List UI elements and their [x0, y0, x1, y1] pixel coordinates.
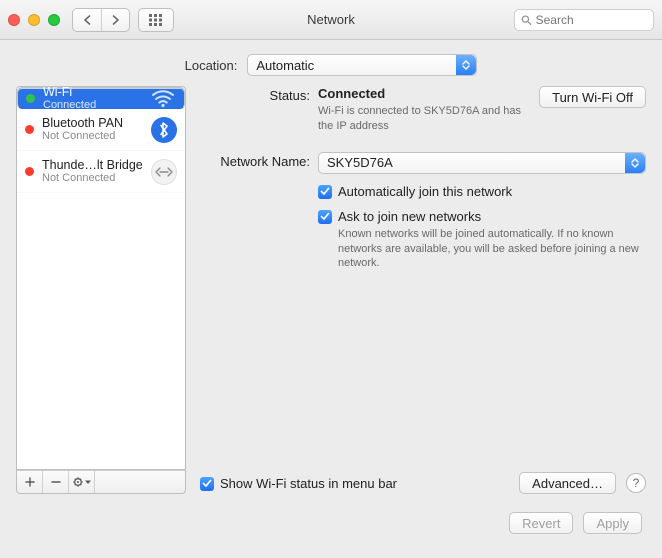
- ask-join-label: Ask to join new networks: [338, 209, 646, 224]
- gear-dropdown-icon: [72, 476, 92, 488]
- remove-interface-button[interactable]: [43, 471, 69, 493]
- location-row: Location: Automatic: [0, 40, 662, 86]
- advanced-button[interactable]: Advanced…: [519, 472, 616, 494]
- location-select[interactable]: Automatic: [247, 54, 477, 76]
- wifi-icon: [150, 86, 176, 111]
- details-panel: Status: Connected Wi-Fi is connected to …: [200, 86, 646, 494]
- status-dot-disconnected-icon: [25, 167, 34, 176]
- nav-back-forward: [72, 8, 130, 32]
- titlebar: Network: [0, 0, 662, 40]
- ask-join-checkbox[interactable]: Ask to join new networks Known networks …: [318, 209, 646, 272]
- sidebar-item-status: Not Connected: [42, 130, 143, 143]
- chevron-up-down-icon: [625, 153, 645, 173]
- status-label: Status:: [200, 86, 318, 134]
- zoom-window-button[interactable]: [48, 14, 60, 26]
- location-label: Location:: [185, 58, 238, 73]
- location-value: Automatic: [248, 58, 342, 73]
- plus-icon: [25, 477, 35, 487]
- revert-button[interactable]: Revert: [509, 512, 573, 534]
- sidebar-item-bluetooth-pan[interactable]: Bluetooth PAN Not Connected: [17, 109, 185, 151]
- auto-join-checkbox[interactable]: Automatically join this network: [318, 184, 646, 199]
- sidebar-item-label: Wi-Fi: [43, 86, 142, 99]
- network-name-select[interactable]: SKY5D76A: [318, 152, 646, 174]
- show-all-button[interactable]: [139, 9, 173, 31]
- close-window-button[interactable]: [8, 14, 20, 26]
- help-icon: ?: [633, 476, 640, 490]
- help-button[interactable]: ?: [626, 473, 646, 493]
- status-description: Wi-Fi is connected to SKY5D76A and has t…: [318, 104, 527, 134]
- turn-wifi-off-button[interactable]: Turn Wi-Fi Off: [539, 86, 646, 108]
- search-field[interactable]: [514, 9, 654, 31]
- checkbox-checked-icon: [318, 185, 332, 199]
- minimize-window-button[interactable]: [28, 14, 40, 26]
- status-value: Connected: [318, 86, 527, 101]
- sidebar-item-label: Bluetooth PAN: [42, 116, 143, 130]
- forward-button[interactable]: [101, 9, 129, 31]
- sidebar-item-label: Thunde…lt Bridge: [42, 158, 143, 172]
- chevron-up-down-icon: [456, 55, 476, 75]
- thunderbolt-bridge-icon: [151, 159, 177, 185]
- grid-icon: [149, 14, 163, 26]
- sidebar-item-status: Not Connected: [42, 172, 143, 185]
- window-controls: [8, 14, 60, 26]
- checkbox-checked-icon: [318, 210, 332, 224]
- interfaces-sidebar: Wi-Fi Connected Bluetooth PAN Not Connec…: [16, 86, 186, 494]
- interface-actions-button[interactable]: [69, 471, 95, 493]
- checkbox-checked-icon: [200, 477, 214, 491]
- apply-button[interactable]: Apply: [583, 512, 642, 534]
- add-interface-button[interactable]: [17, 471, 43, 493]
- back-button[interactable]: [73, 9, 101, 31]
- bluetooth-icon: [151, 117, 177, 143]
- sidebar-item-wifi[interactable]: Wi-Fi Connected: [17, 87, 185, 109]
- show-menu-bar-label: Show Wi-Fi status in menu bar: [220, 476, 397, 491]
- sidebar-toolbar: [16, 470, 186, 494]
- network-name-label: Network Name:: [200, 152, 318, 272]
- auto-join-label: Automatically join this network: [338, 184, 512, 199]
- search-icon: [521, 14, 532, 26]
- sidebar-item-status: Connected: [43, 99, 142, 112]
- ask-join-description: Known networks will be joined automatica…: [338, 227, 646, 272]
- show-menu-bar-checkbox[interactable]: Show Wi-Fi status in menu bar: [200, 476, 397, 491]
- network-name-value: SKY5D76A: [319, 155, 421, 170]
- sidebar-item-thunderbolt-bridge[interactable]: Thunde…lt Bridge Not Connected: [17, 151, 185, 193]
- interfaces-list: Wi-Fi Connected Bluetooth PAN Not Connec…: [16, 86, 186, 470]
- search-input[interactable]: [536, 13, 647, 27]
- minus-icon: [51, 477, 61, 487]
- status-dot-connected-icon: [26, 94, 35, 103]
- footer: Revert Apply: [0, 506, 662, 534]
- status-dot-disconnected-icon: [25, 125, 34, 134]
